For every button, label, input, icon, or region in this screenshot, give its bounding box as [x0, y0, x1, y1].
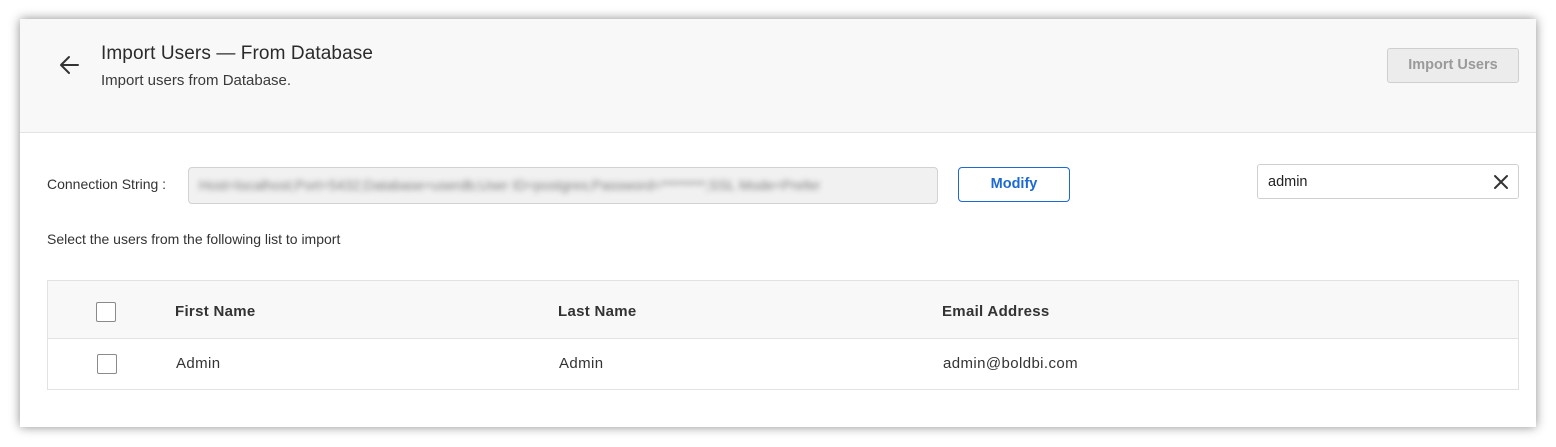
import-users-button[interactable]: Import Users [1387, 48, 1519, 83]
page-title: Import Users — From Database [101, 43, 374, 64]
clear-search-button[interactable] [1492, 173, 1510, 191]
cell-last-name: Admin [559, 355, 604, 372]
table-row[interactable]: Admin Admin admin@boldbi.com [48, 339, 1518, 389]
page-header: Import Users — From Database Import user… [20, 19, 1536, 133]
row-checkbox[interactable] [97, 354, 117, 374]
column-header-last-name: Last Name [558, 303, 637, 320]
column-header-email: Email Address [942, 303, 1050, 320]
connection-string-value: Host=localhost;Port=5432;Database=userdb… [199, 177, 821, 193]
back-button[interactable] [56, 51, 84, 79]
search-box [1257, 164, 1519, 199]
instruction-text: Select the users from the following list… [47, 231, 341, 247]
page-subtitle: Import users from Database. [101, 72, 292, 89]
search-input[interactable] [1268, 172, 1478, 192]
import-users-panel: Import Users — From Database Import user… [20, 19, 1536, 427]
select-all-checkbox[interactable] [96, 302, 116, 322]
cell-email: admin@boldbi.com [943, 355, 1079, 372]
cell-first-name: Admin [176, 355, 221, 372]
connection-string-label: Connection String : [47, 176, 167, 192]
modify-button[interactable]: Modify [958, 167, 1070, 202]
connection-string-field: Host=localhost;Port=5432;Database=userdb… [188, 167, 938, 204]
arrow-left-icon [60, 56, 79, 74]
column-header-first-name: First Name [175, 303, 256, 320]
table-header: First Name Last Name Email Address [48, 281, 1518, 339]
close-icon [1494, 175, 1508, 189]
users-table: First Name Last Name Email Address Admin… [47, 280, 1519, 390]
